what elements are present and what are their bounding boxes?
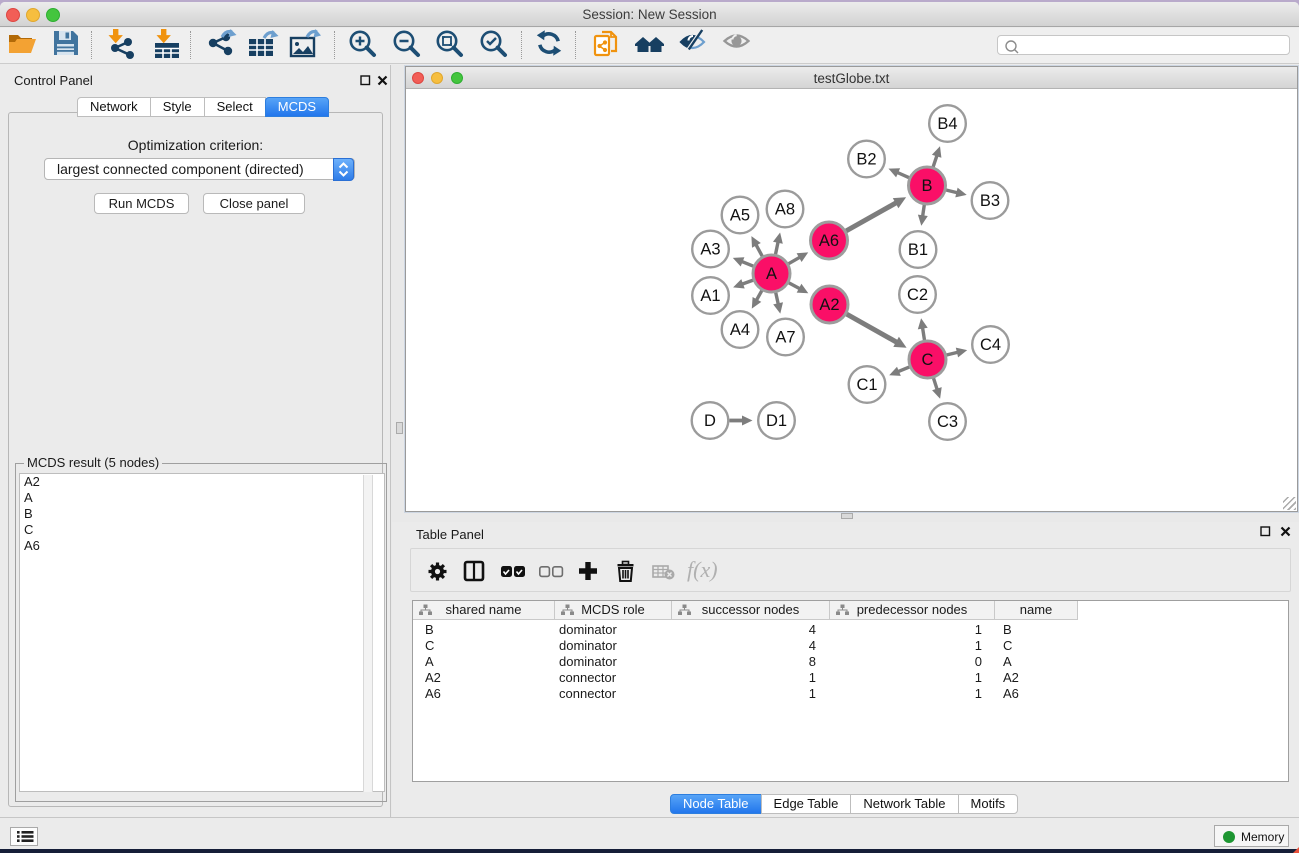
svg-text:C2: C2: [907, 286, 928, 304]
svg-text:C4: C4: [980, 336, 1001, 354]
svg-text:B2: B2: [856, 151, 876, 169]
svg-text:C3: C3: [937, 413, 958, 431]
svg-text:A4: A4: [730, 321, 750, 339]
svg-text:B4: B4: [937, 115, 957, 133]
svg-text:A6: A6: [819, 232, 839, 250]
svg-text:A5: A5: [730, 207, 750, 225]
svg-text:C: C: [922, 351, 934, 369]
svg-text:B: B: [921, 177, 932, 195]
svg-text:A7: A7: [775, 329, 795, 347]
svg-text:D: D: [704, 412, 716, 430]
svg-text:A: A: [766, 265, 777, 283]
svg-text:A2: A2: [819, 296, 839, 314]
svg-text:A8: A8: [775, 201, 795, 219]
svg-text:B1: B1: [908, 241, 928, 259]
svg-text:B3: B3: [980, 192, 1000, 210]
svg-text:D1: D1: [766, 412, 787, 430]
svg-text:C1: C1: [856, 376, 877, 394]
svg-text:A1: A1: [700, 287, 720, 305]
svg-text:A3: A3: [700, 241, 720, 259]
